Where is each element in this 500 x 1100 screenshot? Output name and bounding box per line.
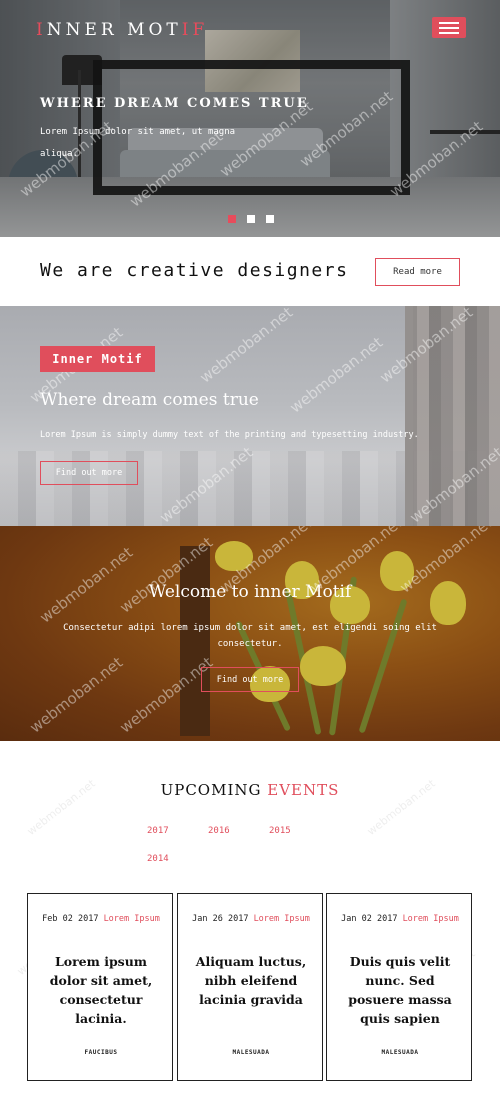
slider-dot-1[interactable] xyxy=(228,215,236,223)
year-filter-2015[interactable]: 2015 xyxy=(269,826,291,836)
tulip-flower xyxy=(215,541,253,571)
welcome-description: Consectetur adipi lorem ipsum dolor sit … xyxy=(63,623,437,649)
events-heading: UPCOMING EVENTS xyxy=(0,781,500,799)
event-card-title: Duis quis velit nunc. Sed posuere massa … xyxy=(348,954,452,1026)
watermark: webmoban.net xyxy=(196,306,297,387)
logo-accent-1: I xyxy=(36,20,47,40)
year-filter-2017[interactable]: 2017 xyxy=(147,826,169,836)
events-heading-plain: UPCOMING xyxy=(160,781,268,799)
year-filter-2014[interactable]: 2014 xyxy=(147,854,169,864)
hamburger-icon xyxy=(439,26,459,29)
site-logo[interactable]: INNER MOTIF xyxy=(36,20,208,40)
logo-accent-2: IF xyxy=(181,20,209,40)
events-heading-accent: EVENTS xyxy=(267,781,340,799)
event-card-title: Aliquam luctus, nibh eleifend lacinia gr… xyxy=(195,954,307,1007)
event-card-meta: Feb 02 2017 Lorem Ipsum xyxy=(28,914,174,925)
event-card-tag[interactable]: Lorem Ipsum xyxy=(254,914,310,924)
hero-title: WHERE DREAM COMES TRUE xyxy=(40,96,309,111)
dream-description: Lorem Ipsum is simply dummy text of the … xyxy=(40,430,419,440)
event-card[interactable]: Feb 02 2017 Lorem Ipsum Lorem ipsum dolo… xyxy=(27,893,173,1081)
slider-dot-3[interactable] xyxy=(266,215,274,223)
read-more-button[interactable]: Read more xyxy=(375,258,460,286)
welcome-find-out-more-button[interactable]: Find out more xyxy=(201,667,299,692)
creative-title: We are creative designers xyxy=(40,260,349,281)
event-card-date: Jan 02 2017 xyxy=(341,914,398,924)
slider-dots xyxy=(228,215,274,223)
event-card-tag[interactable]: Lorem Ipsum xyxy=(104,914,160,924)
event-card-label: MALESUADA xyxy=(232,1049,270,1056)
dream-section: webmoban.net webmoban.net webmoban.net w… xyxy=(0,306,500,526)
event-card-label: MALESUADA xyxy=(381,1049,419,1056)
watermark: webmoban.net xyxy=(26,653,127,737)
event-card-meta: Jan 02 2017 Lorem Ipsum xyxy=(327,914,473,925)
creative-band: We are creative designers Read more xyxy=(0,237,500,306)
event-card-label: FAUCIBUS xyxy=(84,1049,118,1056)
event-card-tag[interactable]: Lorem Ipsum xyxy=(403,914,459,924)
watermark: webmoban.net xyxy=(286,333,387,417)
welcome-title: Welcome to inner Motif xyxy=(148,582,352,602)
event-card-title: Lorem ipsum dolor sit amet, consectetur … xyxy=(49,954,153,1026)
tulip-flower xyxy=(300,646,346,686)
event-card-meta: Jan 26 2017 Lorem Ipsum xyxy=(178,914,324,925)
logo-text: NNER MOT xyxy=(46,20,182,40)
event-card-date: Feb 02 2017 xyxy=(42,914,99,924)
event-card[interactable]: Jan 26 2017 Lorem Ipsum Aliquam luctus, … xyxy=(177,893,323,1081)
dream-find-out-more-button[interactable]: Find out more xyxy=(40,461,138,485)
hamburger-icon xyxy=(439,21,459,24)
hero-description: Lorem Ipsum dolor sit amet, ut magna ali… xyxy=(40,127,236,159)
dream-curtain xyxy=(405,306,500,526)
dream-badge: Inner Motif xyxy=(40,346,155,372)
menu-button[interactable] xyxy=(432,17,466,38)
dream-title: Where dream comes true xyxy=(40,390,259,410)
event-card[interactable]: Jan 02 2017 Lorem Ipsum Duis quis velit … xyxy=(326,893,472,1081)
slider-dot-2[interactable] xyxy=(247,215,255,223)
hamburger-icon xyxy=(439,31,459,34)
tulip-stem xyxy=(358,598,408,734)
event-card-date: Jan 26 2017 xyxy=(192,914,249,924)
year-filter-2016[interactable]: 2016 xyxy=(208,826,230,836)
